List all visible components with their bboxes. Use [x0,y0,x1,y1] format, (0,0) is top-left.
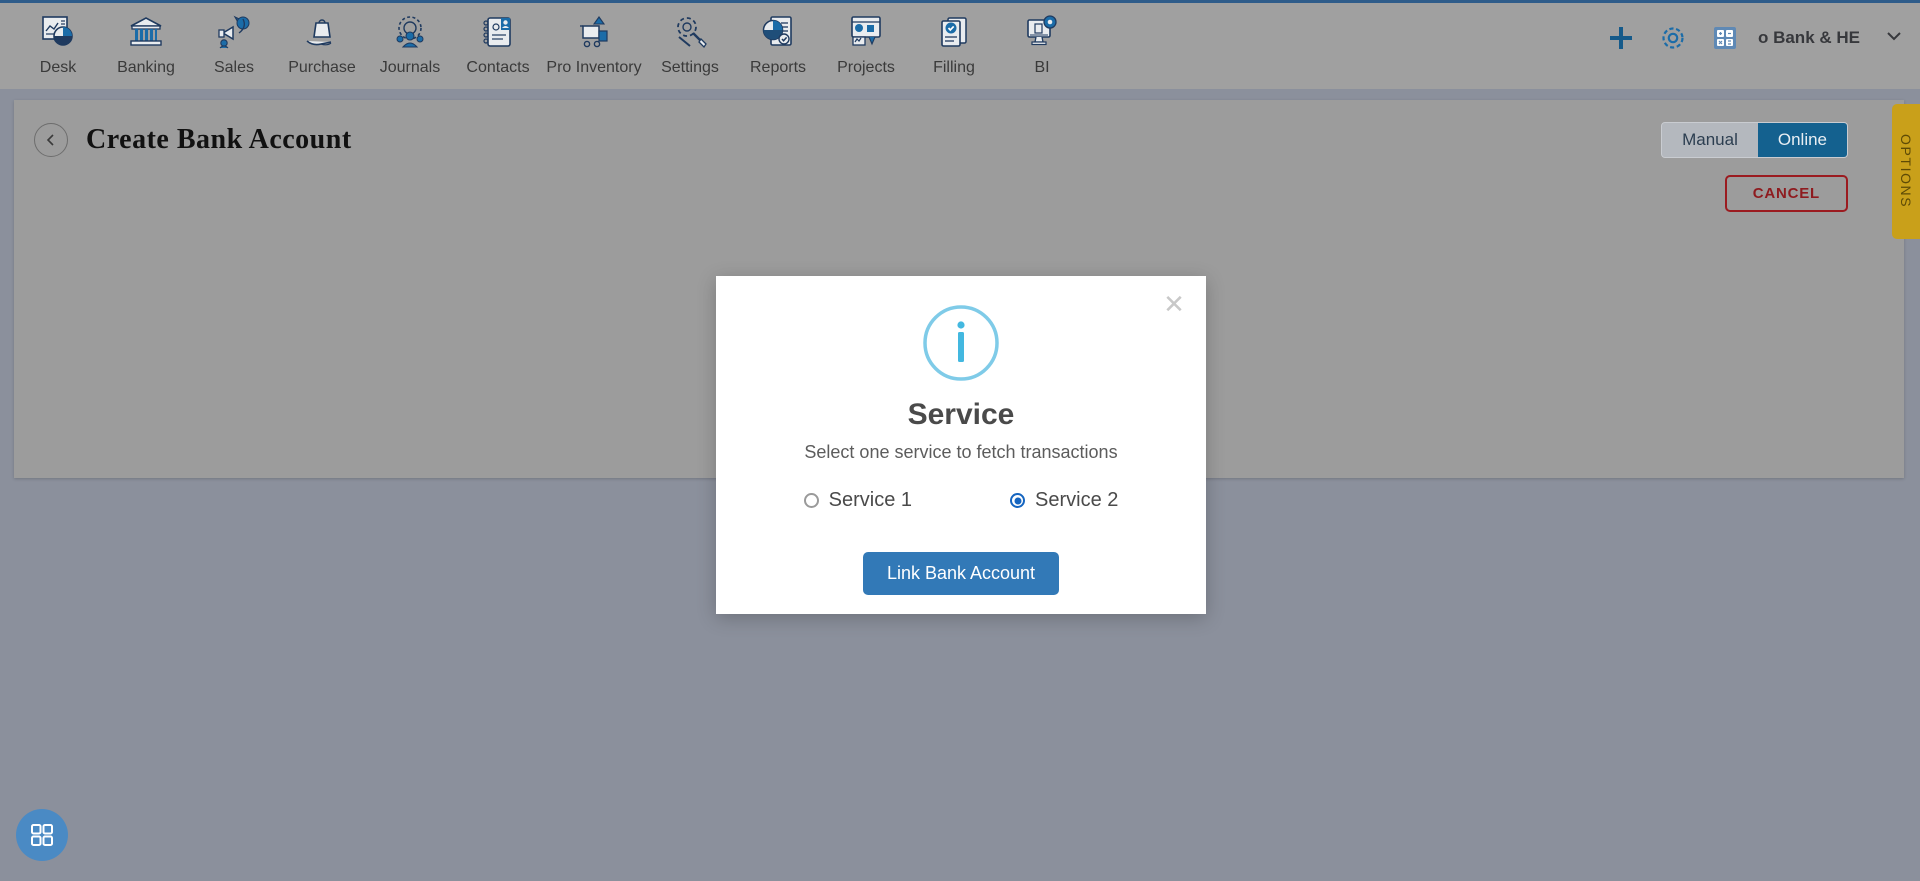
close-icon[interactable]: ✕ [1160,290,1188,318]
radio-label: Service 1 [828,489,912,511]
service-modal: ✕ Service Select one service to fetch tr… [716,276,1206,614]
radio-indicator[interactable] [803,493,819,508]
radio-label: Service 2 [1035,489,1119,511]
app-root: Desk Banking Sales Purchase Journals Con… [0,0,1920,881]
radio-option-service-1[interactable]: Service 1 [803,489,912,512]
modal-overlay: ✕ Service Select one service to fetch tr… [0,0,1920,881]
modal-subtitle: Select one service to fetch transactions [804,442,1118,462]
modal-title: Service [907,398,1015,431]
link-bank-account-button[interactable]: Link Bank Account [862,552,1060,595]
radio-option-service-2[interactable]: Service 2 [1010,489,1118,512]
radio-indicator[interactable] [1010,493,1025,508]
info-circle-icon [922,304,1000,382]
service-radio-group: Service 1 Service 2 [716,489,1206,512]
grid-apps-icon[interactable] [16,809,68,861]
